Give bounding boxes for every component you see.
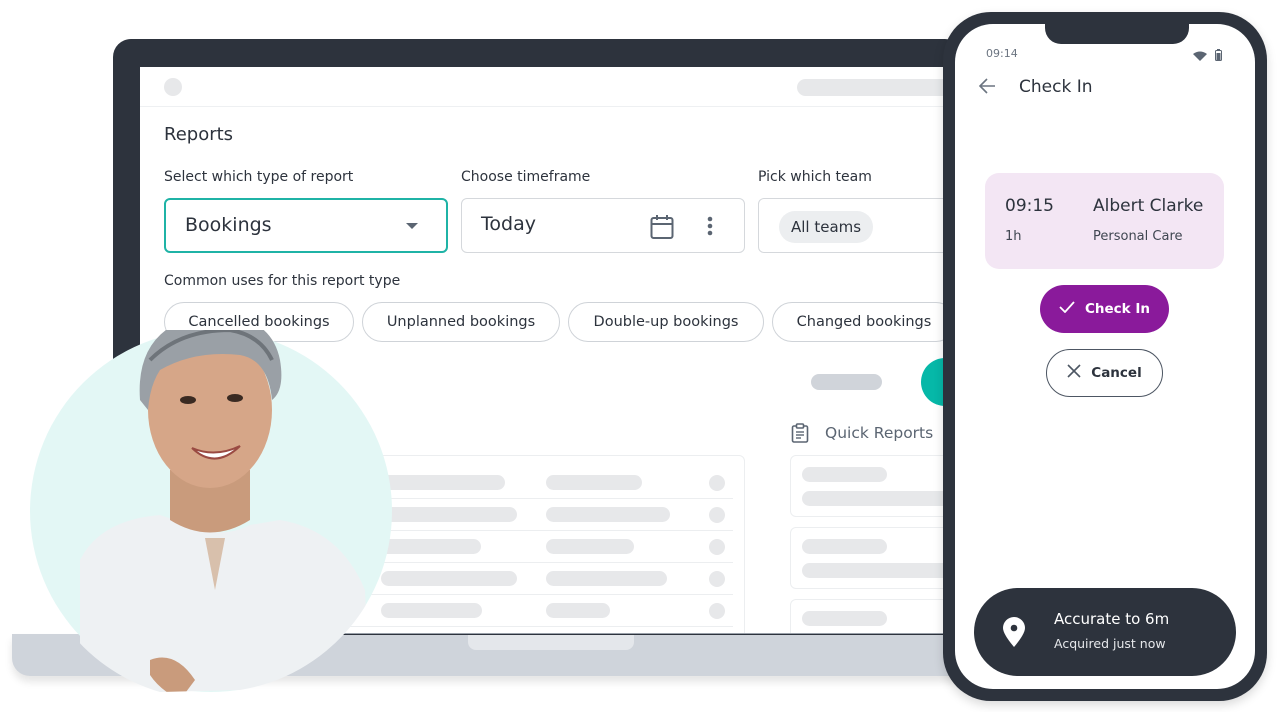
phone-notch (1045, 24, 1189, 44)
booking-service: Personal Care (1093, 229, 1183, 244)
team-label: Pick which team (758, 169, 872, 185)
quick-report-card[interactable] (790, 455, 950, 517)
cancel-button[interactable]: Cancel (1046, 349, 1163, 397)
quick-report-card[interactable] (790, 527, 950, 589)
team-chip[interactable]: All teams (779, 211, 874, 243)
smiling-woman-portrait (80, 330, 370, 692)
battery-icon (1215, 46, 1222, 65)
back-arrow-icon[interactable] (978, 78, 996, 98)
check-icon (1059, 301, 1075, 317)
location-subtitle: Acquired just now (1054, 636, 1166, 651)
check-in-label: Check In (1085, 301, 1150, 317)
marketing-stage: Reports Select which type of report Book… (0, 0, 1280, 712)
phone-screen: 09:14 Check In 09:15 1h Albert Clarke Pe… (955, 24, 1255, 689)
button-placeholder (811, 374, 882, 390)
wifi-icon (1193, 46, 1207, 65)
phone-title: Check In (1019, 77, 1093, 97)
status-time: 09:14 (986, 47, 1018, 60)
timeframe-field[interactable]: Today (461, 198, 745, 253)
more-vertical-icon[interactable] (706, 216, 714, 240)
team-field[interactable]: All teams (758, 198, 950, 253)
location-pin-icon (1001, 616, 1027, 652)
timeframe-label: Choose timeframe (461, 169, 591, 185)
booking-time: 09:15 (1005, 196, 1054, 216)
quick-report-card[interactable] (790, 599, 950, 633)
status-icons (1193, 46, 1222, 65)
timeframe-value: Today (481, 213, 536, 235)
phone-frame: 09:14 Check In 09:15 1h Albert Clarke Pe… (943, 12, 1267, 701)
clipboard-icon (791, 423, 809, 447)
booking-card[interactable]: 09:15 1h Albert Clarke Personal Care (985, 173, 1224, 269)
cancel-label: Cancel (1091, 365, 1142, 381)
use-chip-changed[interactable]: Changed bookings (772, 302, 950, 342)
location-accuracy-toast: Accurate to 6m Acquired just now (974, 588, 1236, 676)
use-chip-double-up[interactable]: Double-up bookings (568, 302, 764, 342)
quick-reports-title: Quick Reports (825, 424, 934, 442)
booking-duration: 1h (1005, 229, 1022, 244)
location-title: Accurate to 6m (1054, 610, 1170, 628)
calendar-icon[interactable] (650, 214, 674, 244)
check-in-button[interactable]: Check In (1040, 285, 1169, 333)
booking-client: Albert Clarke (1093, 196, 1204, 216)
close-icon (1067, 364, 1081, 382)
laptop-notch (468, 634, 634, 650)
topbar-placeholder (797, 79, 950, 96)
